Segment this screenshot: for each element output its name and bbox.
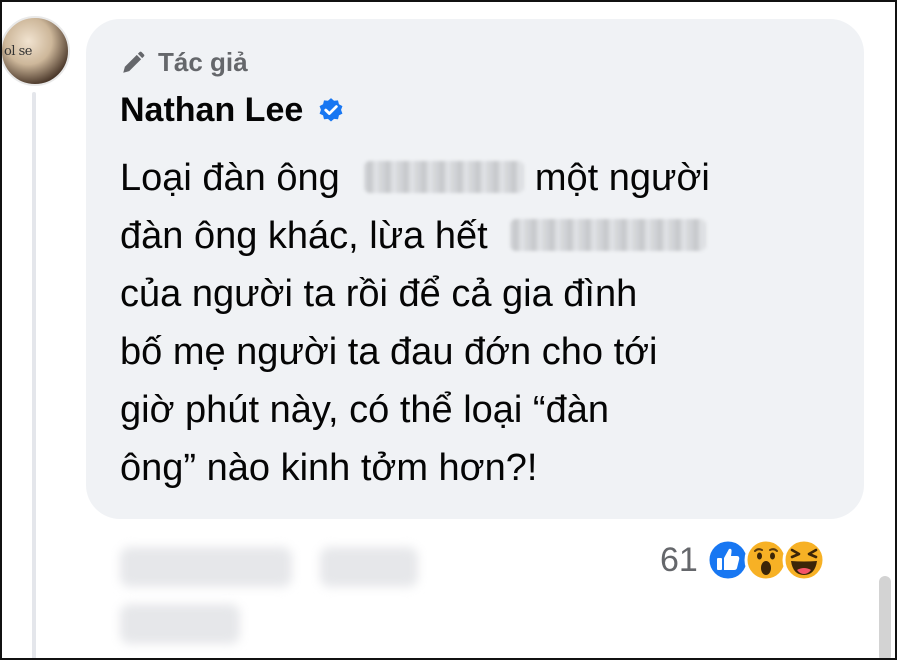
- comment-line: đàn ông khác, lừa hết: [120, 207, 840, 265]
- author-badge-label: Tác giả: [158, 47, 248, 77]
- comment-line: Loại đàn ông một người: [120, 149, 840, 207]
- comment-screenshot: ol se Tác giả Nathan Lee Loại đàn ông mộ…: [0, 0, 897, 660]
- scrollbar[interactable]: [879, 576, 891, 658]
- comment-text: Loại đàn ông một người đàn ông khác, lừa…: [120, 149, 840, 497]
- comment-bubble: Tác giả Nathan Lee Loại đàn ông một ngườ…: [86, 19, 864, 519]
- author-badge: Tác giả: [120, 47, 248, 78]
- like-link-censored[interactable]: [320, 547, 418, 587]
- comment-line: ông” nào kinh tởm hơn?!: [120, 447, 538, 489]
- comment-line-text: một người: [534, 157, 710, 199]
- reply-link-censored[interactable]: [120, 604, 240, 644]
- censored-text: [364, 160, 525, 193]
- reply-thread-line: [32, 92, 36, 658]
- author-name-row: Nathan Lee: [120, 91, 345, 130]
- pencil-icon: [123, 51, 145, 73]
- reaction-summary[interactable]: 61: [660, 538, 826, 582]
- reaction-count: 61: [660, 540, 698, 579]
- comment-line: giờ phút này, có thể loại “đàn: [120, 389, 609, 431]
- comment-line-text: Loại đàn ông: [120, 157, 340, 199]
- comment-line-text: đàn ông khác, lừa hết: [120, 215, 488, 257]
- avatar-caption: ol se: [4, 44, 32, 59]
- verified-badge-icon: [319, 97, 343, 121]
- censored-text: [510, 218, 707, 251]
- haha-icon: [782, 538, 826, 582]
- avatar[interactable]: ol se: [2, 16, 70, 86]
- comment-line: của người ta rồi để cả gia đình: [120, 273, 638, 315]
- comment-line: bố mẹ người ta đau đớn cho tới: [120, 331, 658, 373]
- timestamp-censored: [120, 547, 292, 587]
- author-name[interactable]: Nathan Lee: [120, 91, 303, 130]
